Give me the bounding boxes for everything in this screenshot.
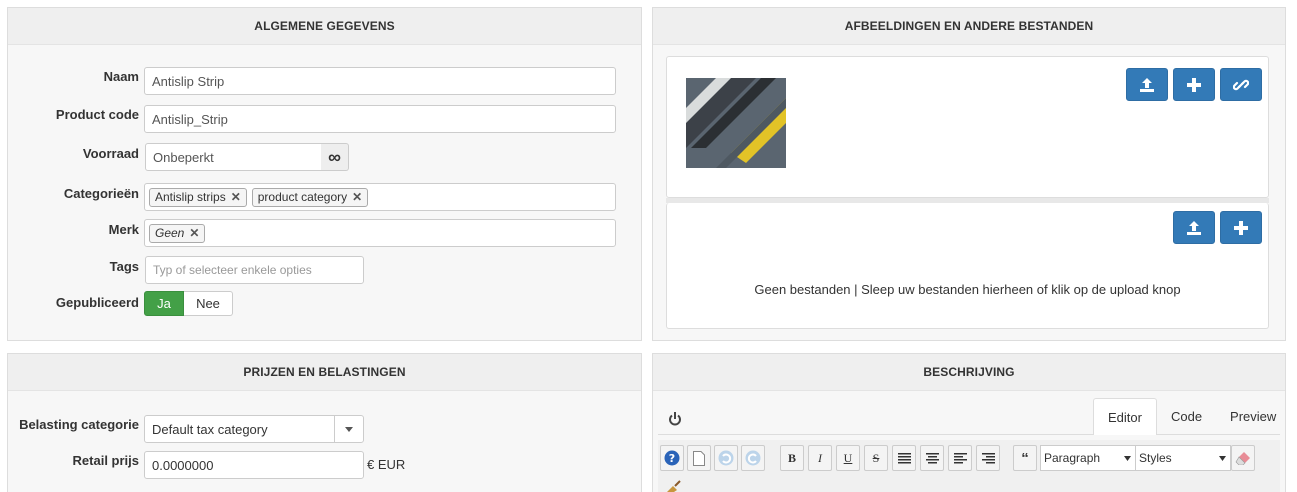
redo-icon [745, 450, 761, 466]
align-center-button[interactable] [920, 445, 944, 471]
published-yes-button[interactable]: Ja [144, 291, 184, 316]
new-document-icon [693, 450, 705, 466]
pricing-panel-title: PRIJZEN EN BELASTINGEN [8, 354, 641, 391]
files-box[interactable]: Geen bestanden | Sleep uw bestanden hier… [666, 203, 1269, 329]
files-panel-title: AFBEELDINGEN EN ANDERE BESTANDEN [653, 8, 1285, 45]
tax-category-label: Belasting categorie [19, 417, 139, 432]
tax-category-value: Default tax category [152, 421, 268, 437]
eraser-icon [1235, 452, 1250, 465]
plus-icon [1187, 77, 1201, 92]
category-tag: product category ✕ [251, 187, 369, 207]
redo-button[interactable] [741, 445, 765, 471]
svg-text:?: ? [669, 452, 675, 465]
clear-format-button[interactable] [1231, 445, 1255, 471]
bold-button[interactable]: B [780, 445, 804, 471]
published-label: Gepubliceerd [55, 295, 139, 310]
editor-toolbar: ? B I U S “ Paragraph Styles [658, 440, 1280, 492]
align-left-button[interactable] [948, 445, 972, 471]
strikethrough-button[interactable]: S [864, 445, 888, 471]
product-code-label: Product code [55, 107, 139, 122]
general-panel: ALGEMENE GEGEVENS Naam Antislip Strip Pr… [7, 7, 642, 341]
brand-label: Merk [108, 222, 139, 237]
published-toggle: Ja Nee [144, 291, 233, 316]
tab-preview[interactable]: Preview [1216, 398, 1290, 435]
underline-button[interactable]: U [836, 445, 860, 471]
product-code-input[interactable]: Antislip_Strip [144, 105, 616, 133]
upload-file-button[interactable] [1173, 211, 1215, 244]
images-box [666, 56, 1269, 198]
plus-icon [1234, 220, 1248, 235]
italic-button[interactable]: I [808, 445, 832, 471]
tags-label: Tags [109, 259, 139, 274]
remove-tag-icon[interactable]: ✕ [352, 190, 362, 204]
justify-button[interactable] [892, 445, 916, 471]
stock-label: Voorraad [82, 146, 139, 161]
new-document-button[interactable] [687, 445, 711, 471]
upload-icon [1187, 220, 1201, 235]
remove-tag-icon[interactable]: ✕ [189, 226, 199, 240]
undo-button[interactable] [714, 445, 738, 471]
broom-icon[interactable] [662, 476, 684, 492]
styles-value: Styles [1139, 451, 1172, 465]
help-icon: ? [664, 450, 680, 466]
tab-editor[interactable]: Editor [1093, 398, 1157, 435]
format-select[interactable]: Paragraph [1040, 445, 1136, 471]
undo-icon [718, 450, 734, 466]
styles-select[interactable]: Styles [1135, 445, 1231, 471]
name-label: Naam [103, 69, 139, 84]
editor-tabs: Editor Code Preview [1093, 398, 1290, 435]
general-panel-title: ALGEMENE GEGEVENS [8, 8, 641, 45]
infinite-stock-button[interactable]: ∞ [321, 143, 349, 171]
power-icon[interactable] [668, 412, 682, 426]
link-icon [1233, 79, 1249, 90]
product-image[interactable] [686, 78, 786, 168]
chevron-down-icon [1124, 456, 1131, 461]
add-file-button[interactable] [1220, 211, 1262, 244]
categories-label: Categorieën [63, 186, 139, 201]
chevron-down-icon [1219, 456, 1226, 461]
files-empty-text: Geen bestanden | Sleep uw bestanden hier… [754, 282, 1181, 297]
categories-input[interactable]: Antislip strips ✕ product category ✕ [144, 183, 616, 211]
category-tag: Antislip strips ✕ [149, 187, 247, 207]
tax-category-select[interactable]: Default tax category [144, 415, 364, 443]
upload-image-button[interactable] [1126, 68, 1168, 101]
pricing-panel: PRIJZEN EN BELASTINGEN Belasting categor… [7, 353, 642, 492]
description-panel-title: BESCHRIJVING [653, 354, 1285, 391]
name-input[interactable]: Antislip Strip [144, 67, 616, 95]
retail-price-label: Retail prijs [72, 453, 139, 468]
align-justify-icon [897, 452, 911, 463]
tab-code[interactable]: Code [1157, 398, 1216, 435]
currency-label: € EUR [367, 457, 406, 472]
format-value: Paragraph [1044, 451, 1101, 465]
align-right-button[interactable] [976, 445, 1000, 471]
help-button[interactable]: ? [660, 445, 684, 471]
files-panel: AFBEELDINGEN EN ANDERE BESTANDEN Geen be… [652, 7, 1286, 341]
upload-icon [1140, 77, 1154, 92]
align-center-icon [925, 452, 939, 463]
stock-input[interactable]: Onbeperkt [145, 143, 322, 171]
link-image-button[interactable] [1220, 68, 1262, 101]
align-left-icon [953, 452, 967, 463]
tags-input[interactable]: Typ of selecteer enkele opties [145, 256, 364, 284]
align-right-icon [981, 452, 995, 463]
published-no-button[interactable]: Nee [184, 291, 233, 316]
blockquote-button[interactable]: “ [1013, 445, 1037, 471]
chevron-down-icon [334, 416, 363, 442]
brand-input[interactable]: Geen ✕ [144, 219, 616, 247]
remove-tag-icon[interactable]: ✕ [231, 190, 241, 204]
add-image-button[interactable] [1173, 68, 1215, 101]
retail-price-input[interactable]: 0.0000000 [144, 451, 364, 479]
description-panel: BESCHRIJVING Editor Code Preview ? B I U… [652, 353, 1286, 492]
brand-tag: Geen ✕ [149, 223, 206, 243]
